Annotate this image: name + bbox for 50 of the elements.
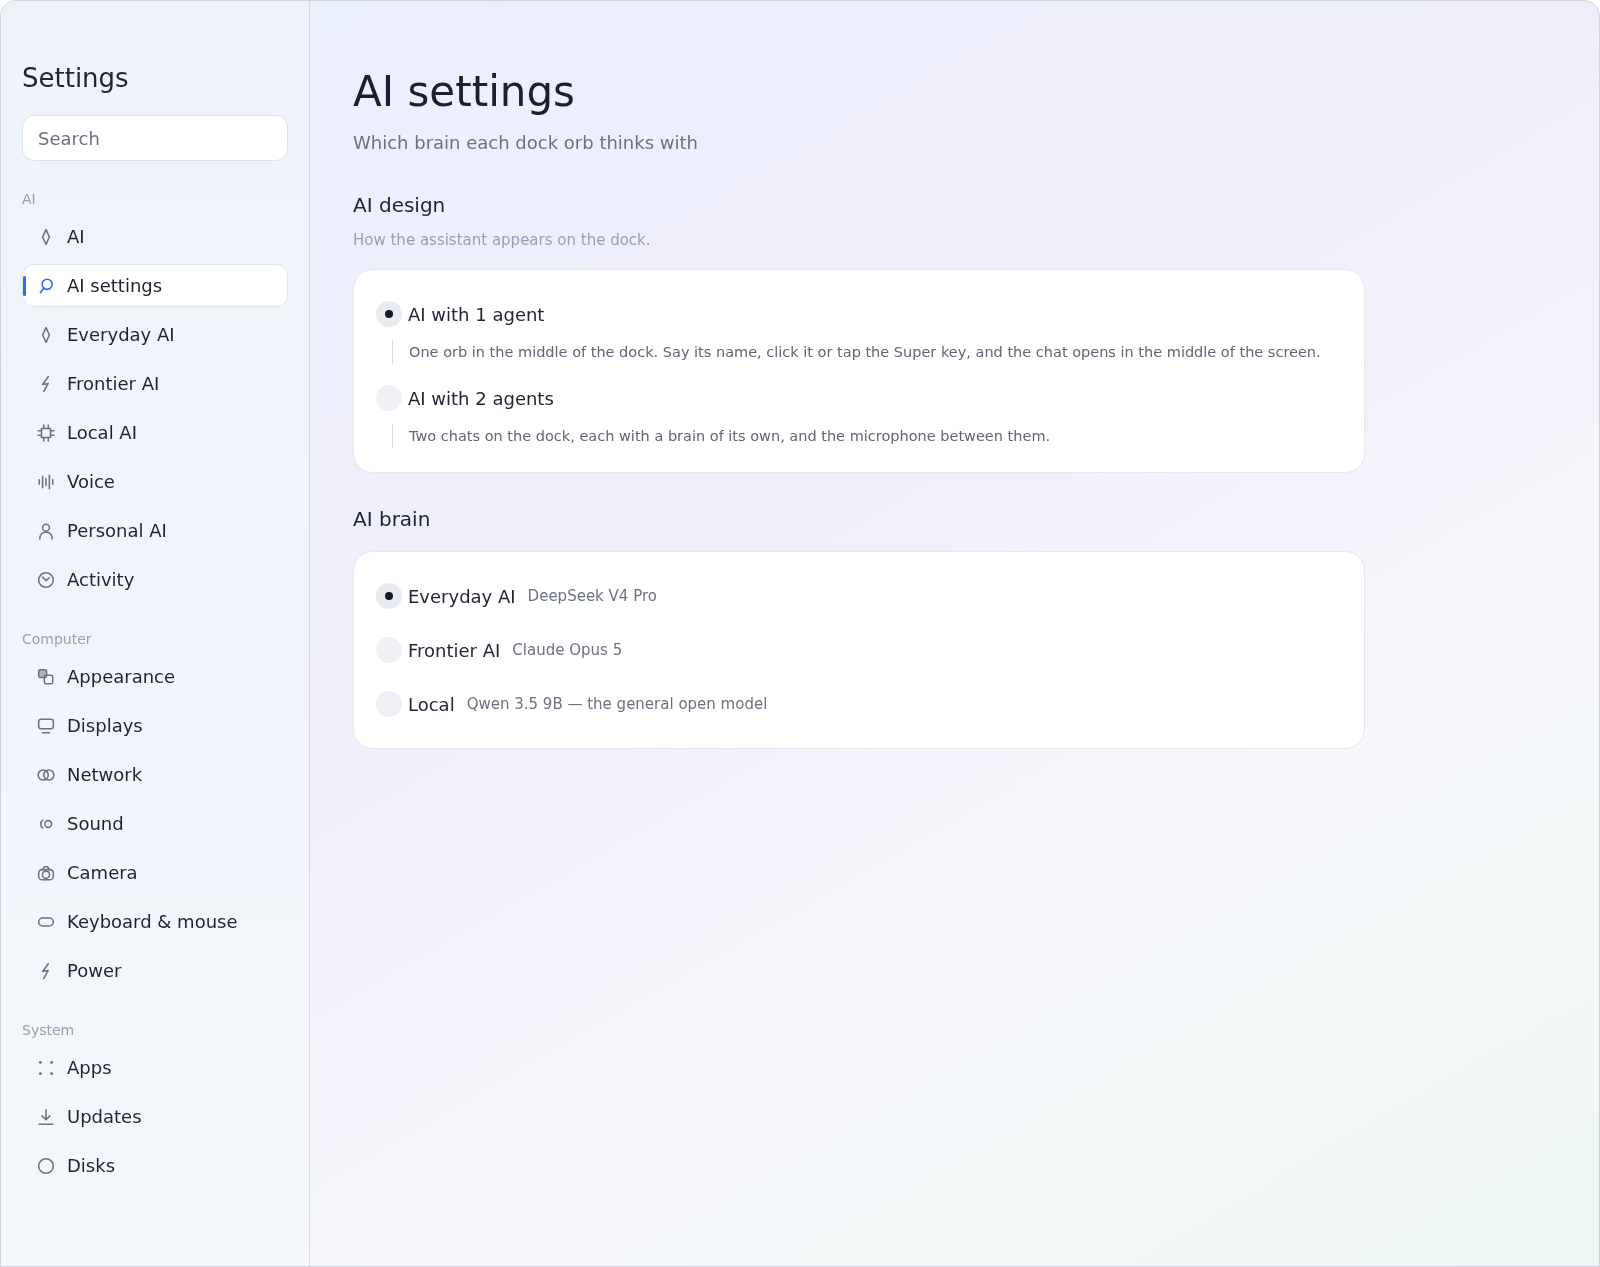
sidebar-item[interactable]: Keyboard & mouse — [22, 900, 288, 943]
sidebar-item[interactable]: Voice — [22, 460, 288, 503]
sidebar-item[interactable]: Frontier AI — [22, 362, 288, 405]
radio-button[interactable] — [376, 583, 402, 609]
option-label: Local — [408, 693, 455, 715]
sidebar-item[interactable]: Everyday AI — [22, 313, 288, 356]
section-heading: System — [22, 1022, 75, 1038]
option-description: One orb in the middle of the dock. Say its name, click it or tap the Super key, and the chat opens in the middle of the screen. — [392, 340, 1342, 364]
model-name: DeepSeek V4 Pro — [527, 587, 657, 605]
model-name: Qwen 3.5 9B — the general open model — [466, 695, 768, 713]
option-label: Frontier AI — [408, 639, 501, 661]
disk-icon — [37, 1156, 55, 1175]
radio-button[interactable] — [376, 301, 402, 327]
option-label: Everyday AI — [408, 585, 516, 607]
sidebar-item[interactable]: Activity — [22, 558, 288, 601]
sidebar-item[interactable]: Camera — [22, 851, 288, 894]
dots-icon — [37, 1058, 55, 1077]
sidebar-item[interactable]: Local AI — [22, 411, 288, 454]
clock-icon — [37, 570, 55, 589]
sidebar-item[interactable]: Disks — [22, 1144, 288, 1187]
search-field[interactable]: Search — [22, 115, 288, 161]
sidebar-item[interactable]: Apps — [22, 1046, 288, 1089]
sidebar-item[interactable]: Appearance — [22, 655, 288, 698]
person-icon — [37, 521, 55, 540]
section-heading: AI — [22, 191, 36, 207]
sidebar-item[interactable]: Network — [22, 753, 288, 796]
option-label: AI with 2 agents — [408, 387, 554, 409]
model-name: Claude Opus 5 — [512, 641, 623, 659]
sidebar-title: Settings — [22, 63, 130, 93]
monitor-icon — [37, 716, 55, 735]
page-title: AI settings — [353, 67, 576, 116]
sidebar-item[interactable]: Updates — [22, 1095, 288, 1138]
sidebar-item[interactable]: Displays — [22, 704, 288, 747]
download-icon — [37, 1107, 55, 1126]
section-description: How the assistant appears on the dock. — [353, 231, 652, 249]
chip-icon — [37, 423, 55, 442]
sidebar-item[interactable]: Personal AI — [22, 509, 288, 552]
option-label: AI with 1 agent — [408, 303, 545, 325]
section-heading: AI brain — [353, 507, 432, 531]
page-subtitle: Which brain each dock orb thinks with — [353, 132, 699, 153]
sidebar-item[interactable]: AI settings — [22, 264, 288, 307]
camera-icon — [37, 863, 55, 882]
sidebar-item[interactable]: AI — [22, 215, 288, 258]
wave-icon — [37, 472, 55, 491]
sidebar-item[interactable]: Sound — [22, 802, 288, 845]
section-heading: AI design — [353, 193, 447, 217]
option-description: Two chats on the dock, each with a brain of its own, and the microphone between them. — [392, 424, 1342, 448]
shapes-icon — [37, 667, 55, 686]
sidebar-item[interactable]: Power — [22, 949, 288, 992]
section-heading: Computer — [22, 631, 92, 647]
